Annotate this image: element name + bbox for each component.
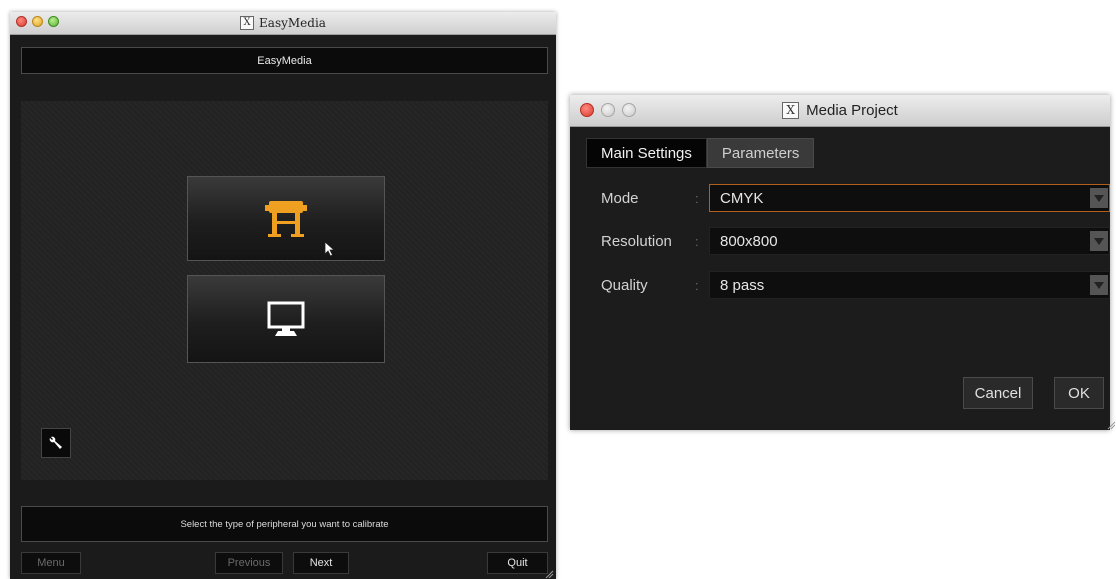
wrench-icon [49, 436, 62, 449]
resolution-value: 800x800 [720, 232, 778, 250]
quality-separator: : [695, 278, 699, 293]
device-selection-panel [21, 101, 548, 480]
quality-value: 8 pass [720, 276, 765, 294]
dropdown-arrow-icon[interactable] [1090, 275, 1108, 295]
tab-parameters[interactable]: Parameters [706, 138, 815, 168]
resolution-label: Resolution [601, 233, 672, 250]
mouse-cursor-icon [324, 241, 336, 257]
x-app-icon: X [782, 102, 800, 119]
easymedia-titlebar[interactable]: X EasyMedia [10, 12, 556, 35]
monitor-button[interactable] [187, 275, 385, 363]
media-project-window: X Media Project Main Settings Parameters… [570, 95, 1110, 430]
close-window-button[interactable] [16, 16, 27, 27]
settings-tabs: Main Settings Parameters [586, 138, 815, 168]
status-bar: Select the type of peripheral you want t… [21, 506, 548, 542]
printer-icon [265, 200, 307, 237]
dropdown-arrow-icon[interactable] [1090, 188, 1108, 208]
window-title: X EasyMedia [240, 16, 326, 30]
ok-button[interactable]: OK [1054, 377, 1104, 409]
next-button[interactable]: Next [293, 552, 349, 574]
zoom-window-button[interactable] [48, 16, 59, 27]
header-title: EasyMedia [257, 54, 312, 67]
window-controls [580, 103, 636, 117]
resolution-select[interactable]: 800x800 [709, 227, 1110, 255]
media-project-titlebar[interactable]: X Media Project [570, 95, 1110, 127]
minimize-window-button[interactable] [601, 103, 615, 117]
tab-main-settings[interactable]: Main Settings [586, 138, 707, 168]
resize-grip-icon[interactable] [1106, 420, 1116, 430]
window-controls [16, 16, 59, 27]
monitor-icon [267, 301, 305, 336]
mode-value: CMYK [720, 189, 764, 207]
settings-wrench-button[interactable] [41, 428, 71, 458]
window-title: X Media Project [782, 102, 898, 119]
minimize-window-button[interactable] [32, 16, 43, 27]
cancel-button[interactable]: Cancel [963, 377, 1033, 409]
status-message: Select the type of peripheral you want t… [180, 518, 389, 530]
mode-label: Mode [601, 190, 639, 207]
close-window-button[interactable] [580, 103, 594, 117]
resize-grip-icon[interactable] [544, 569, 554, 579]
quit-button[interactable]: Quit [487, 552, 548, 574]
zoom-window-button[interactable] [622, 103, 636, 117]
quality-select[interactable]: 8 pass [709, 271, 1110, 299]
x-app-icon: X [240, 16, 255, 30]
quality-label: Quality [601, 277, 648, 294]
window-title-text: EasyMedia [259, 16, 326, 30]
previous-button[interactable]: Previous [215, 552, 283, 574]
dropdown-arrow-icon[interactable] [1090, 231, 1108, 251]
printer-button[interactable] [187, 176, 385, 261]
easymedia-window: X EasyMedia EasyMedia Select the type of… [10, 12, 556, 579]
window-title-text: Media Project [806, 102, 898, 119]
header-bar: EasyMedia [21, 47, 548, 74]
menu-button[interactable]: Menu [21, 552, 81, 574]
mode-separator: : [695, 191, 699, 206]
resolution-separator: : [695, 234, 699, 249]
mode-select[interactable]: CMYK [709, 184, 1110, 212]
